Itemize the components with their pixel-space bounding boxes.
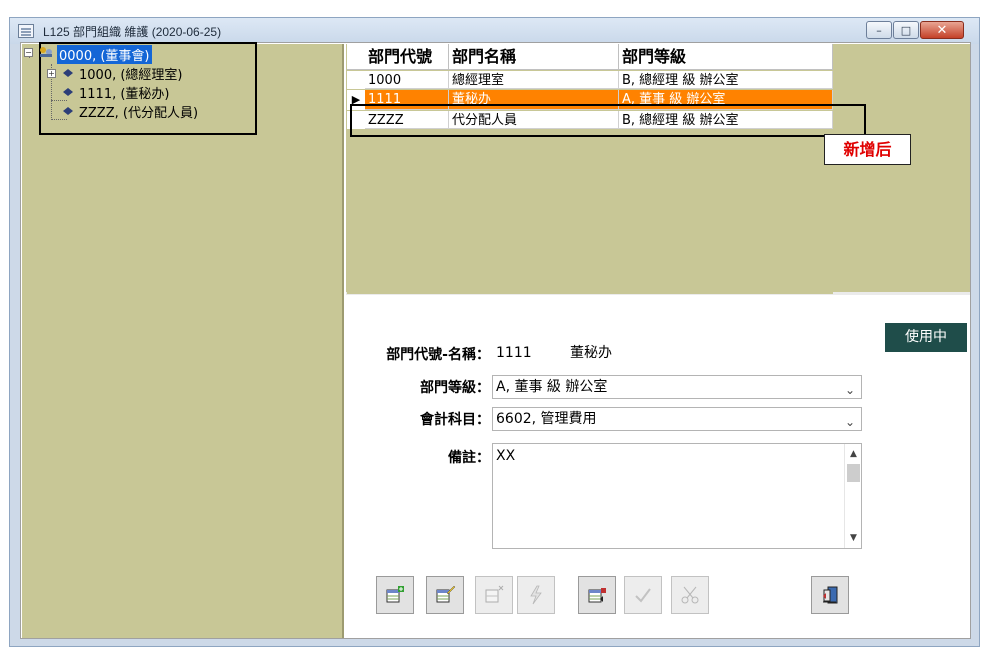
expand-icon[interactable]: +: [47, 69, 56, 78]
client-area: − 0000, (董事會) + 1000, (總經理室) 1111, (董秘办)…: [20, 42, 971, 639]
tree-node-label: 1111, (董秘办): [79, 87, 170, 102]
account-select[interactable]: 6602, 管理費用 ⌄: [492, 407, 862, 431]
cell-code: 1000: [365, 71, 449, 89]
dept-level-label: 部門等級：: [420, 380, 490, 396]
scissors-icon: [681, 586, 699, 604]
window-title: L125 部門組織 維護 (2020-06-25): [43, 25, 222, 39]
grid-header: 部門代號 部門名稱 部門等級: [347, 44, 833, 70]
scroll-down-icon[interactable]: ▼: [845, 530, 861, 546]
tree-connector: [51, 100, 67, 101]
query-button[interactable]: [578, 576, 616, 614]
cancel-button[interactable]: [671, 576, 709, 614]
department-icon: [62, 106, 76, 116]
department-icon: [62, 87, 76, 97]
grid-area: 部門代號 部門名稱 部門等級 1000 總經理室 B, 總經理 級 辦公室 ▶ …: [346, 44, 970, 295]
column-header-code[interactable]: 部門代號: [365, 44, 449, 70]
title-bar[interactable]: L125 部門組織 維護 (2020-06-25) – □ ✕: [10, 18, 979, 44]
add-record-icon: [386, 586, 404, 603]
app-icon: [18, 24, 34, 38]
new-after-annotation: 新增后: [824, 134, 911, 165]
app-window: L125 部門組織 維護 (2020-06-25) – □ ✕ − 0000, …: [9, 17, 980, 647]
exit-button[interactable]: [811, 576, 849, 614]
dept-level-value: A, 董事 級 辦公室: [496, 379, 608, 395]
memo-value: XX: [496, 448, 516, 464]
account-value: 6602, 管理費用: [496, 411, 597, 427]
status-badge: 使用中: [885, 323, 967, 352]
column-header-level[interactable]: 部門等級: [619, 44, 833, 70]
edit-record-icon: [436, 585, 456, 603]
department-tree[interactable]: − 0000, (董事會) + 1000, (總經理室) 1111, (董秘办)…: [22, 42, 344, 638]
department-icon: [62, 68, 76, 78]
scroll-thumb[interactable]: [847, 464, 860, 482]
delete-record-icon: [485, 585, 504, 603]
delete-button[interactable]: [475, 576, 513, 614]
detail-pane: 部門代號 部門名稱 部門等級 1000 總經理室 B, 總經理 級 辦公室 ▶ …: [346, 44, 970, 638]
table-row[interactable]: 1000 總經理室 B, 總經理 級 辦公室: [347, 71, 833, 89]
edit-button[interactable]: [426, 576, 464, 614]
department-grid[interactable]: 部門代號 部門名稱 部門等級 1000 總經理室 B, 總經理 級 辦公室 ▶ …: [347, 44, 833, 294]
tree-node-label: 1000, (總經理室): [79, 68, 183, 83]
minimize-button[interactable]: –: [866, 21, 892, 39]
close-button[interactable]: ✕: [920, 21, 964, 39]
dept-level-select[interactable]: A, 董事 級 辦公室 ⌄: [492, 375, 862, 399]
dept-code-field[interactable]: 1111: [492, 341, 551, 365]
confirm-button[interactable]: [624, 576, 662, 614]
cell-name: 總經理室: [449, 71, 619, 89]
cell-level: B, 總經理 級 辦公室: [619, 71, 833, 89]
tree-connector: [51, 119, 67, 120]
lightning-button[interactable]: [517, 576, 555, 614]
memo-label: 備註：: [448, 450, 490, 466]
account-label: 會計科目：: [420, 412, 490, 428]
tree-node-label: ZZZZ, (代分配人員): [79, 106, 199, 121]
collapse-icon[interactable]: −: [24, 48, 33, 57]
memo-textarea[interactable]: XX ▲ ▼: [492, 443, 862, 549]
chevron-down-icon[interactable]: ⌄: [845, 379, 855, 398]
query-record-icon: [588, 588, 606, 603]
dept-name-field[interactable]: 董秘办: [566, 341, 858, 365]
lightning-icon: [530, 585, 542, 605]
memo-scrollbar[interactable]: ▲ ▼: [844, 444, 861, 548]
org-root-icon: [38, 45, 54, 59]
add-button[interactable]: [376, 576, 414, 614]
check-icon: [635, 588, 651, 603]
column-header-name[interactable]: 部門名稱: [449, 44, 619, 70]
dept-code-label: 部門代號-名稱：: [386, 347, 490, 363]
chevron-down-icon[interactable]: ⌄: [845, 411, 855, 430]
scroll-up-icon[interactable]: ▲: [845, 446, 861, 462]
tree-node-label: 0000, (董事會): [57, 45, 152, 64]
maximize-button[interactable]: □: [893, 21, 919, 39]
row-highlight-box: [350, 104, 866, 137]
exit-door-icon: [823, 586, 838, 604]
row-indicator: [347, 71, 365, 89]
